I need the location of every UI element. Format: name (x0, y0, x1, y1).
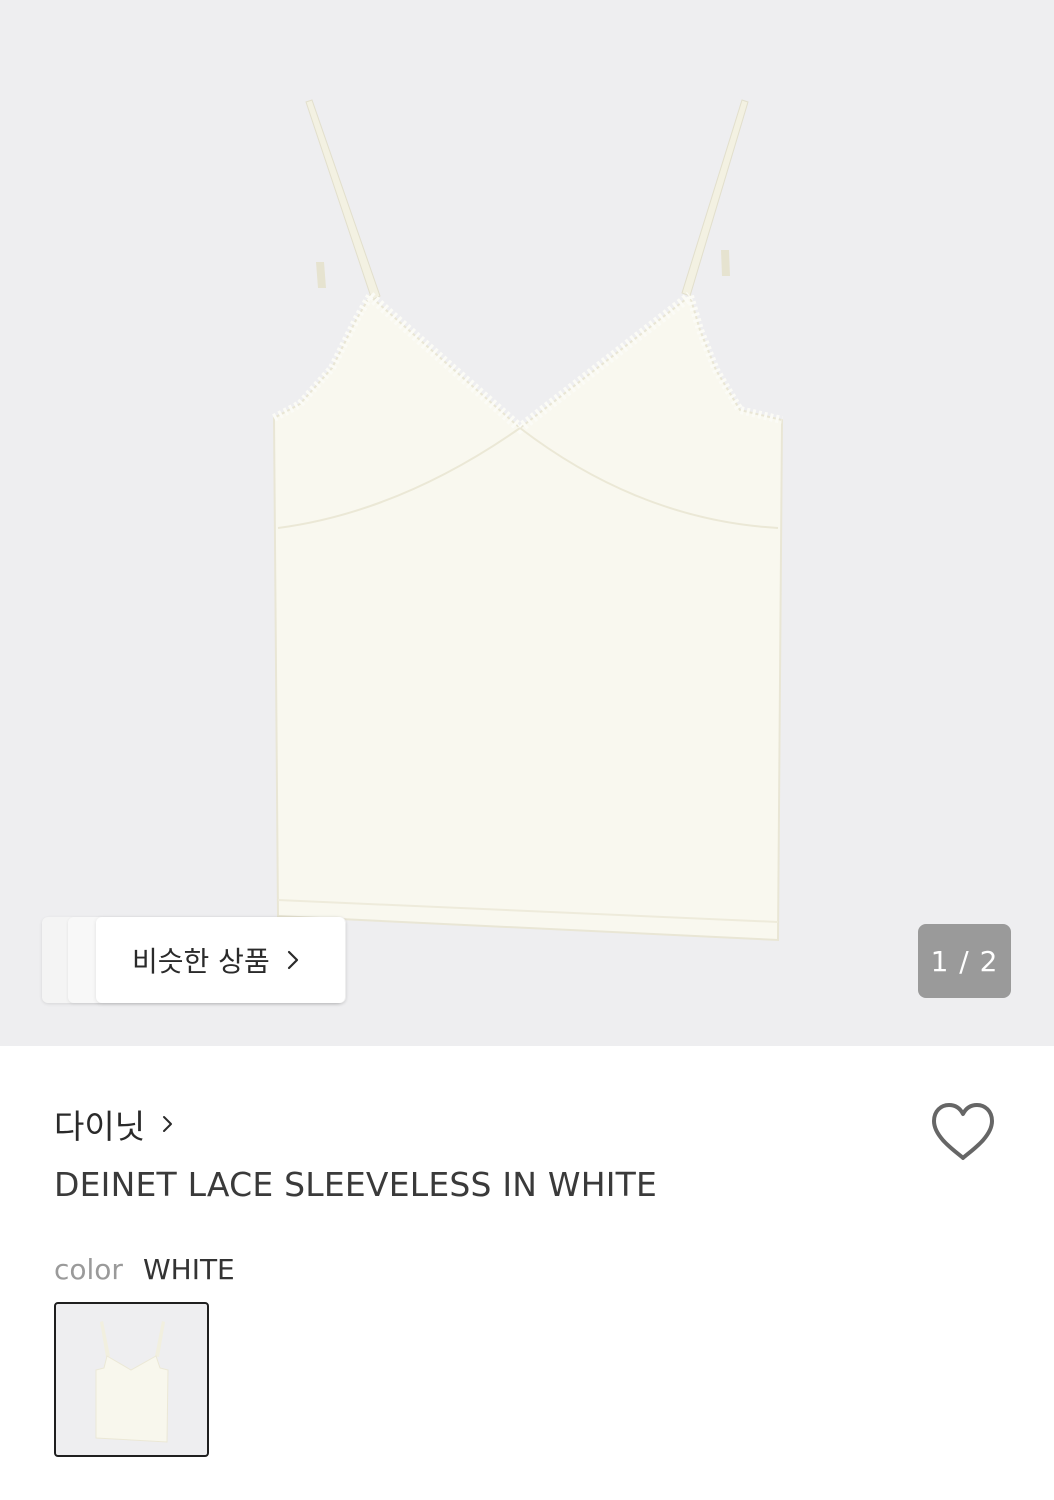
chevron-right-icon (163, 1116, 173, 1132)
product-gallery[interactable]: 비슷한 상품 1 / 2 (0, 0, 1054, 1046)
heart-outline-icon[interactable] (928, 1100, 998, 1164)
similar-products-button[interactable]: 비슷한 상품 (96, 917, 345, 1003)
similar-products-label: 비슷한 상품 (132, 945, 270, 978)
swatch-thumbnail (95, 1321, 169, 1443)
color-selector-label: color WHITE (54, 1249, 235, 1289)
color-label: color (54, 1252, 123, 1286)
brand-name: 다이닛 (54, 1107, 146, 1146)
page-indicator: 1 / 2 (918, 924, 1011, 998)
product-name: DEINET LACE SLEEVELESS IN WHITE (54, 1165, 658, 1204)
chevron-right-icon (287, 950, 298, 970)
brand-link[interactable]: 다이닛 (54, 1102, 175, 1146)
selected-color-value: WHITE (142, 1252, 235, 1286)
color-swatch-selected[interactable] (54, 1302, 209, 1457)
product-image (272, 99, 784, 942)
